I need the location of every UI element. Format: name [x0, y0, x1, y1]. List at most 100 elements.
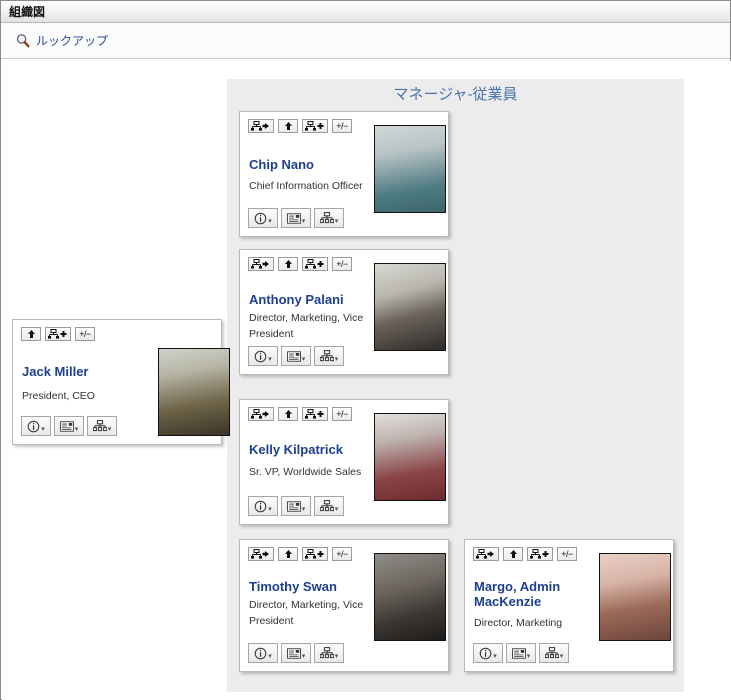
- person-title: Director, Marketing, Vice President: [249, 312, 364, 340]
- lookup-toolbar: ルックアップ: [1, 23, 730, 59]
- info-icon[interactable]: ▾: [248, 346, 278, 366]
- lookup-button[interactable]: ルックアップ: [15, 32, 108, 49]
- chevron-down-icon: ▾: [301, 355, 306, 363]
- card-bottom-toolbar: ▾ ▾ ▾: [248, 346, 344, 366]
- expand-collapse-icon[interactable]: +/−: [75, 327, 95, 341]
- kelly-kilpatrick-photo: [374, 413, 446, 501]
- info-icon[interactable]: ▾: [248, 643, 278, 663]
- expand-collapse-icon[interactable]: +/−: [557, 547, 577, 561]
- org-chart-icon[interactable]: ▾: [314, 208, 344, 228]
- lookup-label: ルックアップ: [36, 34, 109, 48]
- chevron-down-icon: ▾: [334, 217, 339, 225]
- person-name-link[interactable]: Timothy Swan: [249, 579, 337, 594]
- person-name-link[interactable]: Margo, Admin MacKenzie: [474, 579, 594, 609]
- contact-card-icon[interactable]: ▾: [54, 416, 84, 436]
- expand-collapse-label: +/−: [336, 120, 348, 131]
- card-bottom-toolbar: ▾ ▾ ▾: [248, 496, 344, 516]
- move-up-icon[interactable]: [278, 407, 298, 421]
- person-card-chip-nano[interactable]: +/− Chip Nano Chief Information Officer …: [239, 111, 449, 237]
- info-icon[interactable]: ▾: [248, 496, 278, 516]
- contact-card-icon[interactable]: ▾: [281, 643, 311, 663]
- card-bottom-toolbar: ▾ ▾ ▾: [248, 208, 344, 228]
- chevron-down-icon: ▾: [268, 505, 272, 513]
- org-chart-icon[interactable]: ▾: [314, 346, 344, 366]
- chevron-down-icon: ▾: [493, 652, 497, 660]
- org-chart-canvas: マネージャ-従業員 +/− Jack Miller President, CEO…: [2, 61, 731, 700]
- org-chart-window: 組織図 ルックアップ マネージャ-従業員 +/− Jack Miller Pre…: [0, 0, 731, 700]
- move-up-icon[interactable]: [278, 119, 298, 133]
- chevron-down-icon: ▾: [301, 505, 306, 513]
- info-icon[interactable]: ▾: [21, 416, 51, 436]
- person-card-jack-miller[interactable]: +/− Jack Miller President, CEO ▾ ▾ ▾: [12, 319, 230, 445]
- contact-card-icon[interactable]: ▾: [281, 496, 311, 516]
- person-title: Director, Marketing, Vice President: [249, 599, 364, 627]
- card-top-toolbar: +/−: [248, 257, 352, 271]
- info-icon[interactable]: ▾: [473, 643, 503, 663]
- add-subordinate-icon[interactable]: [527, 547, 553, 561]
- add-subordinate-icon[interactable]: [302, 547, 328, 561]
- expand-collapse-icon[interactable]: +/−: [332, 547, 352, 561]
- move-up-icon[interactable]: [278, 547, 298, 561]
- contact-card-icon[interactable]: ▾: [281, 346, 311, 366]
- contact-card-icon[interactable]: ▾: [281, 208, 311, 228]
- person-card-anthony-palani[interactable]: +/− Anthony Palani Director, Marketing, …: [239, 249, 449, 375]
- person-name-link[interactable]: Kelly Kilpatrick: [249, 442, 343, 457]
- org-chart-icon[interactable]: ▾: [87, 416, 117, 436]
- add-subordinate-icon[interactable]: [302, 119, 328, 133]
- card-bottom-toolbar: ▾ ▾ ▾: [248, 643, 344, 663]
- expand-collapse-icon[interactable]: +/−: [332, 257, 352, 271]
- group-panel-title: マネージャ-従業員: [393, 86, 518, 103]
- add-subordinate-icon[interactable]: [45, 327, 71, 341]
- chip-nano-photo: [374, 125, 446, 213]
- expand-collapse-label: +/−: [336, 258, 348, 269]
- margo-mackenzie-photo: [599, 553, 671, 641]
- expand-collapse-label: +/−: [336, 408, 348, 419]
- chevron-down-icon: ▾: [559, 652, 564, 660]
- org-chart-icon[interactable]: ▾: [539, 643, 569, 663]
- info-icon[interactable]: ▾: [248, 208, 278, 228]
- chevron-down-icon: ▾: [334, 652, 339, 660]
- contact-card-icon[interactable]: ▾: [506, 643, 536, 663]
- chevron-down-icon: ▾: [301, 652, 306, 660]
- person-title: Sr. VP, Worldwide Sales: [249, 466, 362, 478]
- person-name-link[interactable]: Chip Nano: [249, 157, 314, 172]
- magnifier-icon: [15, 33, 31, 49]
- card-top-toolbar: +/−: [248, 119, 352, 133]
- chevron-down-icon: ▾: [74, 425, 79, 433]
- go-to-manager-icon[interactable]: [473, 547, 499, 561]
- jack-miller-photo: [158, 348, 230, 436]
- move-up-icon[interactable]: [503, 547, 523, 561]
- go-to-manager-icon[interactable]: [248, 407, 274, 421]
- go-to-manager-icon[interactable]: [248, 257, 274, 271]
- move-up-icon[interactable]: [278, 257, 298, 271]
- org-chart-icon[interactable]: ▾: [314, 496, 344, 516]
- expand-collapse-icon[interactable]: +/−: [332, 119, 352, 133]
- person-card-margo-admin-mackenzie[interactable]: +/− Margo, Admin MacKenzie Director, Mar…: [464, 539, 674, 672]
- chevron-down-icon: ▾: [268, 652, 272, 660]
- person-title: President, CEO: [22, 390, 95, 402]
- add-subordinate-icon[interactable]: [302, 407, 328, 421]
- card-top-toolbar: +/−: [21, 327, 95, 341]
- org-chart-icon[interactable]: ▾: [314, 643, 344, 663]
- chevron-down-icon: ▾: [41, 425, 45, 433]
- go-to-manager-icon[interactable]: [248, 547, 274, 561]
- person-name-link[interactable]: Anthony Palani: [249, 292, 344, 307]
- anthony-palani-photo: [374, 263, 446, 351]
- expand-collapse-icon[interactable]: +/−: [332, 407, 352, 421]
- timothy-swan-photo: [374, 553, 446, 641]
- person-title: Director, Marketing: [474, 617, 563, 629]
- chevron-down-icon: ▾: [334, 355, 339, 363]
- go-to-manager-icon[interactable]: [248, 119, 274, 133]
- person-card-kelly-kilpatrick[interactable]: +/− Kelly Kilpatrick Sr. VP, Worldwide S…: [239, 399, 449, 525]
- page-title: 組織図: [9, 5, 46, 19]
- expand-collapse-label: +/−: [336, 548, 348, 559]
- expand-collapse-label: +/−: [79, 328, 91, 339]
- move-up-icon[interactable]: [21, 327, 41, 341]
- add-subordinate-icon[interactable]: [302, 257, 328, 271]
- chevron-down-icon: ▾: [526, 652, 531, 660]
- card-top-toolbar: +/−: [473, 547, 577, 561]
- person-name-link[interactable]: Jack Miller: [22, 364, 89, 379]
- person-card-timothy-swan[interactable]: +/− Timothy Swan Director, Marketing, Vi…: [239, 539, 449, 672]
- person-title: Chief Information Officer: [249, 180, 363, 192]
- chevron-down-icon: ▾: [268, 217, 272, 225]
